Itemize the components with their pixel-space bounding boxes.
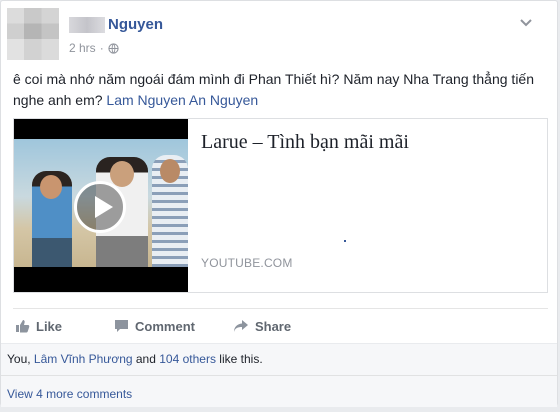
action-bar: Like Comment Share (13, 311, 548, 341)
thumbnail-head (40, 175, 62, 199)
post-message: ê coi mà nhớ năm ngoái đám mình đi Phan … (13, 69, 543, 111)
view-more-comments-link[interactable]: View 4 more comments (7, 387, 132, 401)
chevron-down-icon[interactable] (519, 18, 533, 28)
like-label: Like (36, 318, 63, 334)
likes-others-link[interactable]: 104 others (159, 352, 216, 366)
author-name-row: Nguyen (69, 16, 163, 33)
globe-icon[interactable] (108, 42, 119, 54)
decorative-dot (344, 240, 346, 242)
comment-label: Comment (135, 318, 195, 334)
tagged-friends[interactable]: Lam Nguyen An Nguyen (106, 92, 258, 108)
redacted-name-part (69, 16, 105, 33)
comment-button[interactable]: Comment (114, 319, 195, 334)
thumbnail-head (160, 159, 180, 183)
link-source: YOUTUBE.COM (201, 256, 293, 270)
post-card: Nguyen 2 hrs · ê coi mà nhớ năm ngoái đá… (0, 0, 558, 407)
post-timestamp[interactable]: 2 hrs (69, 41, 96, 55)
post-header: Nguyen 2 hrs · (7, 8, 547, 60)
meta-separator: · (99, 41, 104, 55)
likes-friend-link[interactable]: Lâm Vĩnh Phương (34, 352, 133, 366)
author-name[interactable]: Nguyen (108, 16, 163, 33)
link-title[interactable]: Larue – Tình bạn mãi mãi (201, 131, 541, 154)
thumbs-up-icon (16, 320, 30, 333)
divider (13, 308, 548, 309)
post-meta: 2 hrs · (69, 41, 119, 55)
comments-section: View 4 more comments (1, 375, 557, 407)
comment-icon (115, 320, 129, 332)
likes-summary: You, Lâm Vĩnh Phương and 104 others like… (1, 343, 557, 375)
likes-suffix: like this. (215, 352, 263, 366)
play-icon[interactable] (74, 181, 126, 233)
thumbnail-head (110, 161, 134, 187)
share-label: Share (254, 318, 292, 334)
author-avatar[interactable] (7, 8, 59, 60)
share-button[interactable]: Share (233, 319, 291, 334)
likes-you: You, (7, 352, 34, 366)
like-button[interactable]: Like (15, 319, 62, 334)
link-preview[interactable]: Larue – Tình bạn mãi mãi YOUTUBE.COM (13, 118, 548, 293)
post-text-body: ê coi mà nhớ năm ngoái đám mình đi Phan … (13, 71, 535, 108)
video-thumbnail[interactable] (14, 119, 188, 292)
likes-and: and (132, 352, 160, 366)
share-icon (233, 320, 248, 332)
